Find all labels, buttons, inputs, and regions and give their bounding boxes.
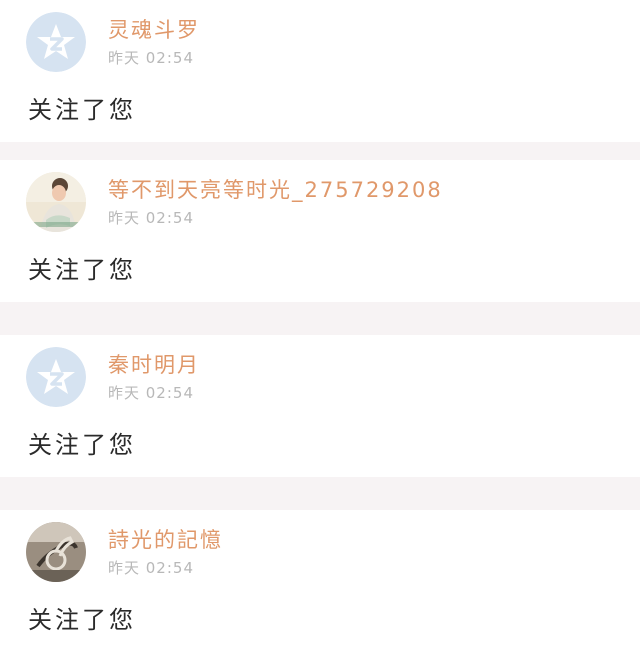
notification-item[interactable]: 灵魂斗罗 昨天 02:54 关注了您 [0, 0, 640, 142]
qzone-default-avatar-icon [26, 347, 86, 407]
avatar[interactable] [26, 522, 86, 582]
notification-item[interactable]: 詩光的記憶 昨天 02:54 关注了您 [0, 510, 640, 666]
timestamp: 昨天 02:54 [108, 209, 194, 227]
notification-message: 关注了您 [28, 96, 136, 124]
avatar[interactable] [26, 172, 86, 232]
username-link[interactable]: 等不到天亮等时光_275729208 [108, 174, 443, 204]
timestamp: 昨天 02:54 [108, 384, 194, 402]
username-link[interactable]: 灵魂斗罗 [108, 14, 200, 44]
username-link[interactable]: 詩光的記憶 [108, 524, 223, 554]
notification-message: 关注了您 [28, 606, 136, 634]
notification-message: 关注了您 [28, 256, 136, 284]
photo-avatar-music-note-icon [26, 522, 86, 582]
timestamp: 昨天 02:54 [108, 49, 194, 67]
avatar[interactable] [26, 12, 86, 72]
notification-item[interactable]: 等不到天亮等时光_275729208 昨天 02:54 关注了您 [0, 160, 640, 302]
timestamp: 昨天 02:54 [108, 559, 194, 577]
notification-item[interactable]: 秦时明月 昨天 02:54 关注了您 [0, 335, 640, 477]
username-link[interactable]: 秦时明月 [108, 349, 200, 379]
notification-feed: 灵魂斗罗 昨天 02:54 关注了您 等不到天亮等时光_275729208 昨天… [0, 0, 640, 666]
qzone-default-avatar-icon [26, 12, 86, 72]
notification-message: 关注了您 [28, 431, 136, 459]
avatar[interactable] [26, 347, 86, 407]
photo-avatar-girl-icon [26, 172, 86, 232]
